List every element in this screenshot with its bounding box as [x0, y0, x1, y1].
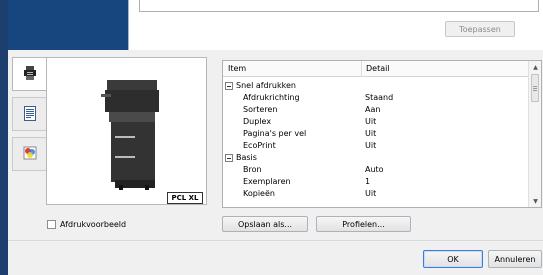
row-item: Afdrukrichting — [243, 93, 300, 102]
save-as-button[interactable]: Opslaan als... — [222, 216, 308, 232]
row-detail: Auto — [365, 165, 384, 174]
header-banner — [8, 0, 128, 50]
row-item: Pagina's per vel — [243, 129, 307, 138]
column-separator[interactable] — [361, 61, 362, 77]
apply-button[interactable]: Toepassen — [445, 21, 515, 37]
table-row[interactable]: Duplex Uit — [223, 116, 529, 128]
table-row[interactable]: Kopieën Uit — [223, 188, 529, 200]
divider — [8, 240, 543, 241]
row-item: Snel afdrukken — [236, 81, 296, 90]
top-settings-panel: Toepassen — [128, 0, 543, 50]
row-detail: Uit — [365, 117, 377, 126]
scroll-thumb[interactable] — [531, 74, 539, 102]
row-item: Bron — [243, 165, 262, 174]
ok-button[interactable]: OK — [423, 250, 483, 268]
tab-color[interactable] — [12, 137, 47, 171]
printer-preview — [46, 57, 207, 205]
tab-printer[interactable] — [12, 57, 47, 91]
row-detail: Uit — [365, 129, 377, 138]
cancel-button[interactable]: Annuleren — [488, 250, 542, 268]
top-input-field[interactable] — [139, 0, 539, 12]
row-item: Kopieën — [243, 189, 275, 198]
profiles-button[interactable]: Profielen... — [316, 216, 411, 232]
row-item: Basis — [236, 153, 257, 162]
vertical-tab-strip — [12, 57, 47, 177]
printer-icon — [24, 66, 36, 82]
row-item: EcoPrint — [243, 141, 276, 150]
table-row-group[interactable]: Snel afdrukken — [223, 80, 529, 92]
table-row[interactable]: Bron Auto — [223, 164, 529, 176]
scroll-down-icon[interactable]: ▼ — [529, 195, 541, 207]
color-icon — [23, 146, 37, 162]
row-item: Sorteren — [243, 105, 278, 114]
row-item: Exemplaren — [243, 177, 291, 186]
table-row[interactable]: Pagina's per vel Uit — [223, 128, 529, 140]
row-detail: Uit — [365, 189, 377, 198]
preview-checkbox-row[interactable]: Afdrukvoorbeeld — [47, 218, 126, 230]
preview-checkbox-label: Afdrukvoorbeeld — [60, 219, 127, 229]
column-header-item[interactable]: Item — [228, 64, 246, 73]
row-detail: Aan — [365, 105, 381, 114]
pdl-badge: PCL XL — [167, 192, 203, 204]
scroll-up-icon[interactable]: ▲ — [529, 61, 541, 73]
left-edge-strip — [0, 0, 8, 275]
collapse-icon[interactable] — [225, 154, 233, 162]
table-row[interactable]: Afdrukrichting Staand — [223, 92, 529, 104]
printer-image — [95, 80, 165, 192]
document-icon — [24, 105, 36, 123]
row-detail: 1 — [365, 177, 371, 186]
table-header: Item Detail — [223, 61, 529, 77]
table-row[interactable]: Exemplaren 1 — [223, 176, 529, 188]
column-header-detail[interactable]: Detail — [366, 64, 390, 73]
table-scrollbar[interactable]: ▲ ▼ — [528, 61, 541, 207]
table-row[interactable]: EcoPrint Uit — [223, 140, 529, 152]
row-detail: Uit — [365, 141, 377, 150]
row-item: Duplex — [243, 117, 272, 126]
row-detail: Staand — [365, 93, 394, 102]
table-row[interactable]: Sorteren Aan — [223, 104, 529, 116]
tab-document[interactable] — [12, 97, 47, 131]
collapse-icon[interactable] — [225, 82, 233, 90]
preview-checkbox[interactable] — [47, 219, 56, 229]
table-row-group[interactable]: Basis — [223, 152, 529, 164]
settings-table: Item Detail Snel afdrukken Afdrukrichtin… — [222, 60, 542, 208]
